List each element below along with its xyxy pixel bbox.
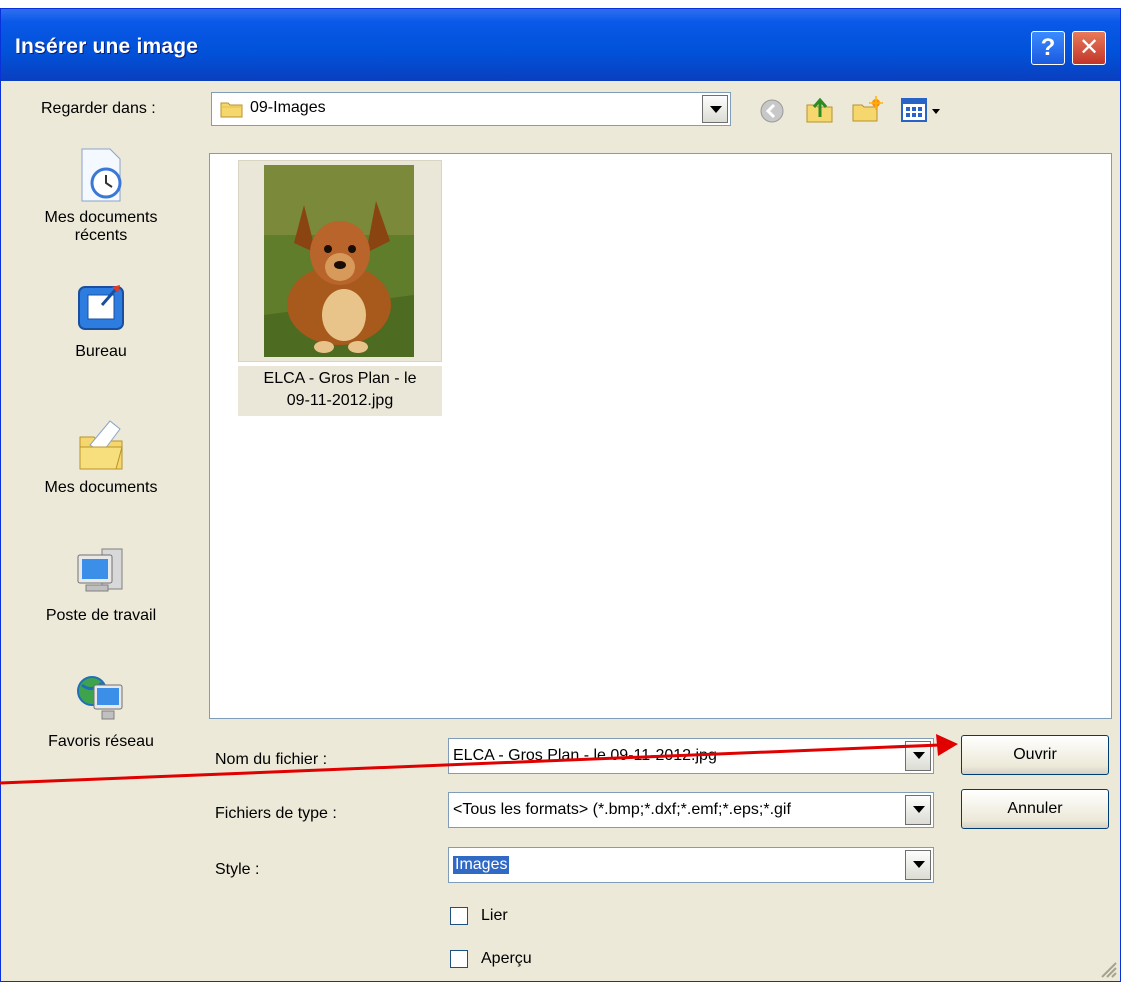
- sidebar-item-label: Poste de travail: [45, 607, 157, 624]
- desktop-icon: [78, 285, 124, 330]
- my-documents-icon: [79, 420, 123, 470]
- back-icon[interactable]: [759, 98, 785, 124]
- filetype-dropdown[interactable]: <Tous les formats> (*.bmp;*.dxf;*.emf;*.…: [448, 792, 934, 828]
- sidebar-item-my-computer[interactable]: Poste de travail: [1, 545, 201, 625]
- file-name[interactable]: ELCA - Gros Plan - le 09-11-2012.jpg: [238, 366, 442, 416]
- filetype-label: Fichiers de type :: [215, 805, 337, 822]
- sidebar-item-my-documents[interactable]: Mes documents: [1, 417, 201, 497]
- look-in-value: 09-Images: [250, 99, 326, 116]
- help-button[interactable]: ?: [1031, 31, 1065, 65]
- filetype-value: <Tous les formats> (*.bmp;*.dxf;*.emf;*.…: [453, 801, 791, 818]
- link-label[interactable]: Lier: [481, 907, 508, 925]
- insert-image-dialog: Insérer une image ? ✕ Regarder dans : 09…: [0, 8, 1121, 982]
- folder-icon: [220, 102, 243, 118]
- sidebar-item-label: récents: [74, 227, 128, 244]
- my-computer-icon: [77, 548, 123, 592]
- chevron-down-icon[interactable]: [905, 741, 931, 771]
- filename-value: ELCA - Gros Plan - le 09-11-2012.jpg: [453, 747, 717, 764]
- sidebar-item-network[interactable]: Favoris réseau: [1, 671, 201, 751]
- network-icon: [77, 676, 123, 720]
- file-name-line2: 09-11-2012.jpg: [286, 392, 394, 409]
- link-checkbox[interactable]: [450, 907, 468, 925]
- chevron-down-icon[interactable]: [905, 850, 931, 880]
- sidebar-item-label: Bureau: [75, 343, 127, 360]
- title-bar[interactable]: Insérer une image ? ✕: [1, 9, 1120, 81]
- close-button[interactable]: ✕: [1072, 31, 1106, 65]
- style-value: Images: [453, 856, 510, 874]
- open-button[interactable]: Ouvrir: [961, 735, 1109, 775]
- recent-documents-icon: [81, 148, 122, 202]
- look-in-dropdown[interactable]: 09-Images: [211, 92, 731, 126]
- dog-photo: [264, 165, 414, 357]
- preview-checkbox[interactable]: [450, 950, 468, 968]
- sidebar-item-label: Mes documents: [44, 479, 158, 496]
- preview-label[interactable]: Aperçu: [481, 950, 532, 968]
- window-title: Insérer une image: [15, 35, 199, 58]
- filename-label: Nom du fichier :: [215, 751, 328, 768]
- chevron-down-icon[interactable]: [905, 795, 931, 825]
- new-folder-icon[interactable]: [851, 95, 883, 125]
- file-thumbnail[interactable]: [238, 160, 442, 362]
- file-list-area[interactable]: ELCA - Gros Plan - le 09-11-2012.jpg: [209, 153, 1112, 719]
- sidebar-item-label: Mes documents: [44, 209, 158, 226]
- style-dropdown[interactable]: Images: [448, 847, 934, 883]
- resize-grip-icon[interactable]: [1096, 957, 1118, 979]
- view-menu-icon[interactable]: [901, 98, 945, 124]
- filename-field[interactable]: ELCA - Gros Plan - le 09-11-2012.jpg: [448, 738, 934, 774]
- file-name-line1: ELCA - Gros Plan - le: [263, 370, 417, 387]
- sidebar-item-label: Favoris réseau: [48, 733, 154, 750]
- chevron-down-icon[interactable]: [702, 95, 728, 123]
- up-folder-icon[interactable]: [805, 95, 835, 125]
- sidebar-item-desktop[interactable]: Bureau: [1, 281, 201, 361]
- style-label: Style :: [215, 861, 260, 878]
- cancel-button[interactable]: Annuler: [961, 789, 1109, 829]
- look-in-label: Regarder dans :: [41, 100, 156, 117]
- sidebar-item-recent-documents[interactable]: Mes documents récents: [1, 147, 201, 245]
